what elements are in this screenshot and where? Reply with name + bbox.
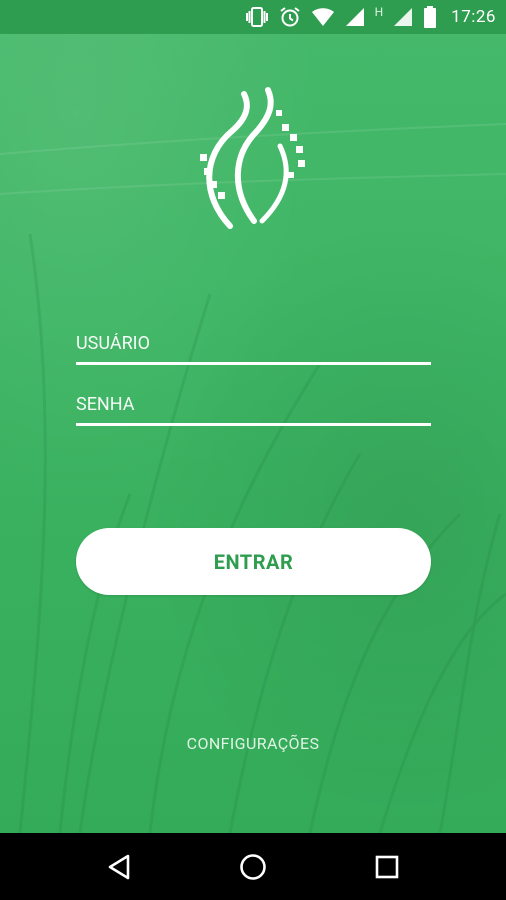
app-logo	[200, 87, 305, 229]
password-input[interactable]	[76, 385, 431, 429]
settings-link[interactable]: CONFIGURAÇÕES	[0, 734, 506, 753]
home-icon	[240, 853, 266, 880]
back-button[interactable]	[99, 847, 139, 887]
username-field[interactable]	[76, 324, 431, 368]
recents-icon	[375, 855, 399, 878]
battery-icon	[423, 6, 437, 28]
status-bar: H 17:26	[0, 0, 506, 34]
vibrate-icon	[245, 7, 269, 27]
network-h-icon: H	[374, 5, 384, 19]
signal-icon	[345, 7, 365, 27]
wifi-icon	[311, 7, 335, 27]
alarm-icon	[279, 6, 301, 28]
login-content: ENTRAR CONFIGURAÇÕES	[0, 34, 506, 833]
signal-icon	[393, 7, 413, 27]
password-field[interactable]	[76, 385, 431, 429]
login-button[interactable]: ENTRAR	[76, 528, 431, 595]
home-button[interactable]	[233, 847, 273, 887]
recents-button[interactable]	[367, 847, 407, 887]
clock: 17:26	[451, 7, 496, 27]
username-input[interactable]	[76, 324, 431, 368]
back-icon	[108, 854, 130, 879]
login-screen: H 17:26 USUÁRIO ENTRAR CONFIGURAÇÕES	[0, 0, 506, 900]
navigation-bar	[0, 833, 506, 900]
